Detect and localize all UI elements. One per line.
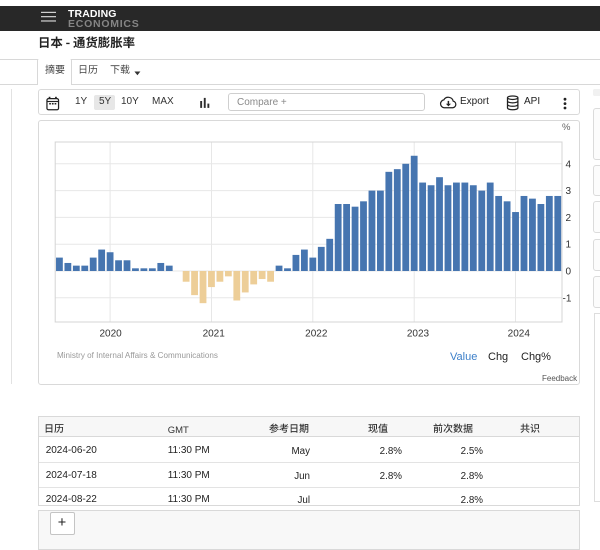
svg-text:0: 0	[566, 267, 572, 278]
svg-text:2022: 2022	[305, 329, 328, 340]
svg-text:1: 1	[566, 240, 572, 251]
svg-text:-1: -1	[563, 293, 572, 304]
svg-text:%: %	[562, 122, 571, 133]
svg-text:2: 2	[566, 213, 572, 224]
svg-text:2023: 2023	[407, 329, 430, 340]
svg-text:2021: 2021	[203, 329, 226, 340]
svg-text:3: 3	[566, 186, 572, 197]
svg-text:2020: 2020	[99, 329, 122, 340]
svg-text:2024: 2024	[508, 329, 531, 340]
svg-text:4: 4	[566, 159, 572, 170]
